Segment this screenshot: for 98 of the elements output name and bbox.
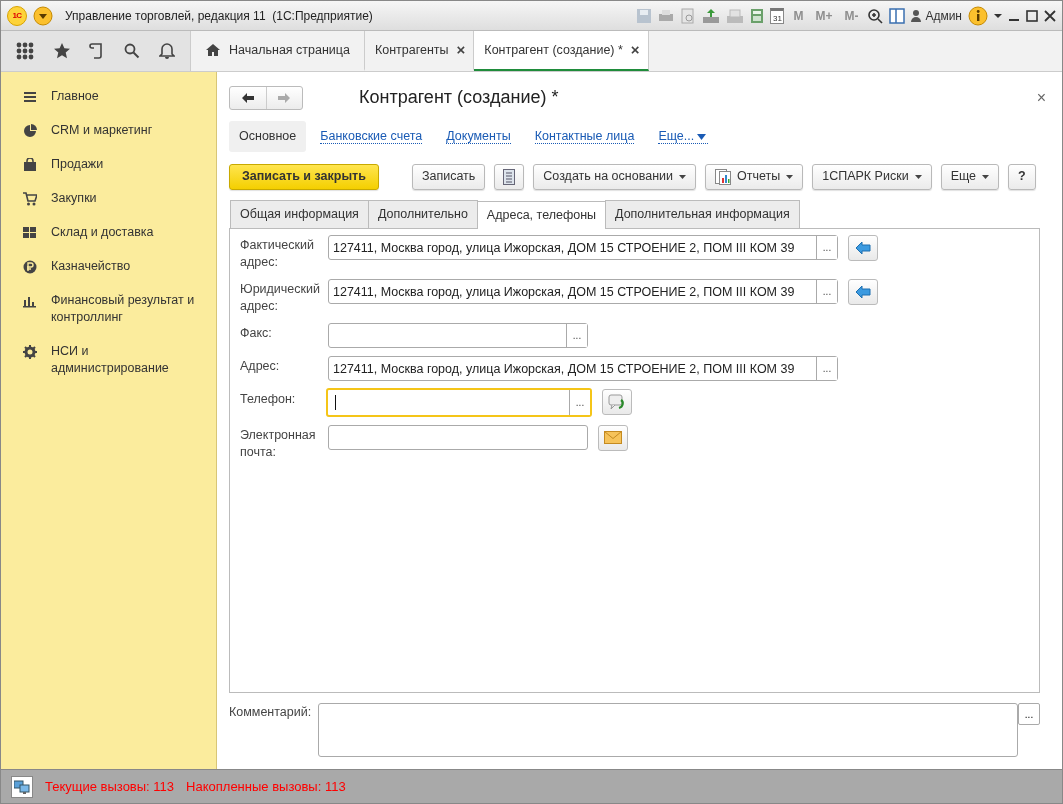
input-field[interactable]: 127411, Москва город, улица Ижорская, ДОМ 15 СТРОЕНИЕ 2, ПОМ III КОМ 39 ...: [328, 355, 838, 381]
field-label: Электронная почта:: [240, 426, 317, 461]
page-tab[interactable]: Дополнительная информация: [605, 199, 800, 228]
comment-field[interactable]: [317, 703, 1019, 757]
field-label: Телефон:: [240, 390, 297, 408]
sidebar-item[interactable]: НСИ и администрирование: [51, 343, 201, 377]
save-and-close-button[interactable]: Записать и закрыть: [229, 163, 379, 190]
arrow-left-icon: [855, 240, 871, 255]
user-icon: [911, 9, 922, 22]
choice-button[interactable]: ...: [816, 279, 837, 303]
calendar-icon[interactable]: 31: [770, 7, 785, 24]
choice-button[interactable]: ...: [816, 356, 837, 380]
bar-chart-icon: [23, 294, 37, 308]
list-button[interactable]: [494, 163, 525, 190]
page-tab[interactable]: Адреса, телефоны: [476, 200, 607, 229]
section-link[interactable]: Еще...: [648, 121, 719, 152]
grid-icon: [23, 226, 37, 240]
copy-button[interactable]: [848, 278, 878, 305]
page-tab[interactable]: Общая информация: [230, 199, 369, 228]
logo: 1С: [7, 5, 27, 26]
phone-chat-icon: [608, 393, 626, 410]
dropdown-icon[interactable]: [33, 5, 53, 26]
menu-button[interactable]: Отчеты: [705, 163, 804, 190]
sidebar-item[interactable]: Продажи: [51, 156, 104, 173]
open-tab[interactable]: Контрагент (создание) * ×: [474, 31, 649, 71]
caret-icon: [694, 132, 709, 141]
search-icon[interactable]: [124, 43, 141, 59]
field-label: Фактический адрес:: [240, 236, 315, 271]
calculator-icon[interactable]: [750, 7, 765, 24]
input-field[interactable]: ...: [328, 322, 588, 348]
panel-icon[interactable]: [889, 7, 906, 24]
field-label: Юридический адрес:: [240, 280, 321, 315]
command-button[interactable]: Записать: [411, 163, 486, 190]
zoom-icon[interactable]: [867, 7, 884, 24]
field-label: Факс:: [240, 324, 273, 342]
menu-button[interactable]: 1СПАРК Риски: [812, 163, 932, 190]
apps-icon[interactable]: [16, 42, 35, 60]
close-tab-button[interactable]: ×: [630, 38, 640, 62]
caret-icon: [982, 174, 990, 179]
section-link[interactable]: Документы: [436, 121, 521, 152]
section-link[interactable]: Контактные лица: [524, 121, 645, 152]
coin-icon: [23, 260, 37, 274]
choice-button[interactable]: ...: [569, 389, 590, 415]
memory-label: M-: [843, 7, 860, 25]
sidebar-item[interactable]: Главное: [51, 88, 99, 105]
copy-button[interactable]: [848, 234, 878, 261]
upload-icon[interactable]: [702, 7, 721, 24]
document-list-icon: [503, 168, 516, 185]
envelope-icon: [604, 431, 622, 444]
email-button[interactable]: [598, 424, 628, 451]
caret-icon: [786, 174, 794, 179]
choice-button[interactable]: ...: [816, 235, 837, 259]
star-icon[interactable]: [52, 42, 71, 60]
sidebar-item[interactable]: Закупки: [51, 190, 97, 207]
settings-icon: [23, 345, 37, 359]
bag-icon: [23, 158, 37, 172]
connection-icon[interactable]: [11, 775, 33, 798]
choice-button[interactable]: ...: [1018, 703, 1040, 725]
input-field[interactable]: 127411, Москва город, улица Ижорская, ДОМ 15 СТРОЕНИЕ 2, ПОМ III КОМ 39 ...: [328, 278, 838, 304]
page-tab[interactable]: Дополнительно: [367, 199, 478, 228]
input-field[interactable]: 127411, Москва город, улица Ижорская, ДОМ 15 СТРОЕНИЕ 2, ПОМ III КОМ 39 ...: [328, 234, 838, 260]
pie-chart-icon: [23, 124, 37, 138]
close-icon[interactable]: [1044, 9, 1056, 22]
sidebar-item[interactable]: Финансовый результат и контроллинг: [51, 292, 201, 326]
section-link[interactable]: Банковские счета: [310, 121, 433, 152]
caret-icon: [914, 174, 922, 179]
sidebar-item[interactable]: Склад и доставка: [51, 224, 154, 241]
caret-icon[interactable]: [994, 12, 1002, 19]
menu-button[interactable]: Еще: [940, 163, 1000, 190]
maximize-icon[interactable]: [1026, 9, 1038, 22]
input-field[interactable]: [328, 424, 588, 450]
bell-icon[interactable]: [158, 42, 175, 60]
caret-icon: [679, 174, 686, 179]
call-button[interactable]: [602, 388, 632, 415]
input-field[interactable]: ...: [326, 387, 592, 417]
section-link[interactable]: Основное: [229, 121, 307, 152]
command-button[interactable]: ?: [1008, 163, 1036, 190]
open-tab[interactable]: Начальная страница: [191, 31, 365, 71]
memory-label: M+: [814, 7, 834, 25]
home-icon: [205, 43, 221, 57]
sidebar-item[interactable]: CRM и маркетинг: [51, 122, 153, 139]
memory-label: M: [792, 7, 805, 25]
cart-icon: [23, 192, 37, 206]
menu-icon: [23, 90, 37, 104]
close-tab-button[interactable]: ×: [456, 38, 466, 62]
choice-button[interactable]: ...: [566, 323, 587, 347]
user-name[interactable]: Админ: [925, 6, 962, 25]
status-text: Накопленные вызовы: 113: [186, 777, 346, 796]
field-label: Адрес:: [240, 357, 281, 375]
arrow-left-icon: [855, 284, 871, 299]
window-title: Управление торговлей, редакция 11 (1С:Предприятие): [65, 7, 373, 25]
menu-button[interactable]: Создать на основании: [533, 163, 696, 190]
close-button[interactable]: ×: [1034, 85, 1048, 110]
info-icon[interactable]: [968, 5, 988, 26]
sidebar-item[interactable]: Казначейство: [51, 258, 131, 275]
status-text: Текущие вызовы: 113: [45, 777, 175, 796]
comment-label: Комментарий:: [229, 704, 313, 721]
form-title: Контрагент (создание) *: [359, 86, 559, 109]
